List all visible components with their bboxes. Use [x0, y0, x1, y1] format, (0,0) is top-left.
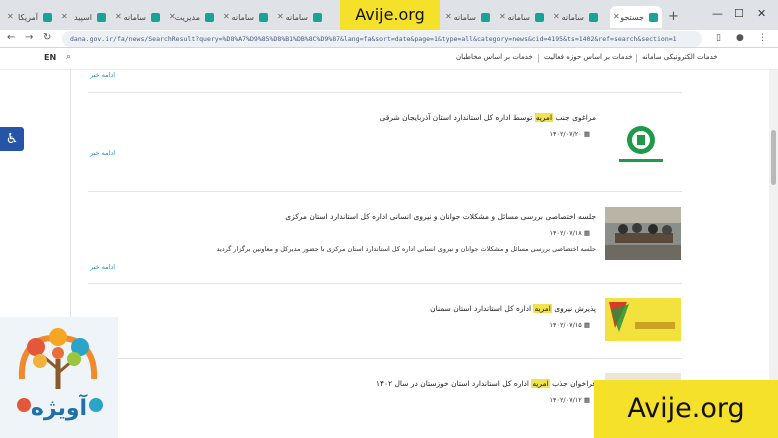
extensions-icon[interactable]: ▯: [716, 33, 721, 43]
result-divider: [88, 358, 682, 359]
browser-tab[interactable]: سامانه ✕: [550, 6, 602, 28]
close-tab-icon[interactable]: ✕: [169, 12, 176, 21]
news-title[interactable]: پذیرش نیروی امریه اداره کل استاندارد است…: [430, 304, 596, 313]
browser-tab[interactable]: اسپید ✕: [58, 6, 110, 28]
news-title[interactable]: مراغوی جنب امریه توسط اداره کل استاندارد…: [380, 113, 596, 122]
news-date: ▦ ۱۴۰۲/۰۷/۱۲: [549, 396, 590, 404]
maximize-icon[interactable]: ☐: [734, 7, 744, 20]
search-highlight: امریه: [531, 379, 550, 388]
more-link[interactable]: ادامه خبر: [90, 263, 115, 271]
result-divider: [88, 191, 682, 192]
nav-link[interactable]: خدمات بر اساس مخاطبان: [456, 53, 533, 61]
favicon-icon: [589, 12, 598, 22]
close-tab-icon[interactable]: ✕: [7, 12, 14, 21]
close-window-icon[interactable]: ✕: [757, 7, 766, 20]
reload-icon[interactable]: ↻: [43, 32, 51, 43]
favicon-icon: [481, 12, 490, 22]
browser-toolbar: ← → ↻ dana.gov.ir/fa/news/SearchResult?q…: [0, 30, 778, 48]
watermark-top: Avije.org: [340, 0, 440, 30]
favicon-icon: [151, 12, 160, 22]
news-date: ▦ ۱۴۰۲/۰۷/۱۸: [549, 229, 590, 237]
minimize-icon[interactable]: —: [712, 7, 723, 20]
news-thumbnail[interactable]: [605, 298, 681, 341]
nav-link[interactable]: خدمات الکترونیکی سامانه: [642, 53, 718, 61]
favicon-icon: [313, 12, 322, 22]
browser-tab-active[interactable]: جستجو ✕: [610, 6, 662, 28]
browser-tab[interactable]: سامانه ✕: [274, 6, 326, 28]
avije-logo: آویژه: [0, 317, 118, 438]
nav-link[interactable]: خدمات بر اساس حوزه فعالیت: [544, 53, 633, 61]
logo-text: آویژه: [31, 393, 88, 421]
browser-tab[interactable]: سامانه ✕: [496, 6, 548, 28]
news-summary: جلسه اختصاصی بررسی مسائل و مشکلات جوانان…: [216, 245, 596, 253]
browser-window: آمریکا ✕ اسپید ✕ سامانه ✕ مدیریت ✕ سامانه ✕ س…: [0, 0, 778, 438]
site-header: EN ⌕ خدمات بر اساس مخاطبان خدمات بر اساس…: [0, 48, 778, 70]
favicon-icon: [43, 12, 52, 22]
close-tab-icon[interactable]: ✕: [553, 12, 560, 21]
close-tab-icon[interactable]: ✕: [499, 12, 506, 21]
favicon-icon: [649, 12, 658, 22]
browser-tab[interactable]: سامانه ✕: [442, 6, 494, 28]
close-tab-icon[interactable]: ✕: [277, 12, 284, 21]
favicon-icon: [535, 12, 544, 22]
nav-divider: [538, 54, 539, 63]
profile-icon[interactable]: ●: [736, 33, 744, 43]
favicon-icon: [259, 12, 268, 22]
news-date: ▦ ۱۴۰۲/۰۷/۱۵: [549, 321, 590, 329]
favicon-icon: [205, 12, 214, 22]
watermark-bottom: Avije.org: [594, 380, 778, 438]
scrollbar-thumb[interactable]: [771, 130, 776, 185]
news-title[interactable]: فراخوان جذب امریه اداره کل استاندارد است…: [376, 379, 596, 388]
search-icon[interactable]: ⌕: [66, 52, 71, 62]
news-thumbnail[interactable]: [605, 207, 681, 260]
accessibility-icon[interactable]: ♿: [0, 127, 24, 151]
address-bar[interactable]: dana.gov.ir/fa/news/SearchResult?query=%…: [62, 31, 702, 47]
close-tab-icon[interactable]: ✕: [223, 12, 230, 21]
news-thumbnail[interactable]: [605, 118, 677, 170]
close-tab-icon[interactable]: ✕: [115, 12, 122, 21]
language-switch[interactable]: EN: [44, 53, 56, 62]
close-tab-icon[interactable]: ✕: [61, 12, 68, 21]
forward-icon[interactable]: →: [25, 32, 33, 43]
search-highlight: امریه: [533, 304, 552, 313]
browser-tab[interactable]: سامانه ✕: [112, 6, 164, 28]
back-icon[interactable]: ←: [7, 32, 15, 43]
new-tab-button[interactable]: +: [668, 9, 679, 24]
close-tab-icon[interactable]: ✕: [613, 12, 620, 21]
result-divider: [88, 283, 682, 284]
browser-tab[interactable]: آمریکا ✕: [4, 6, 56, 28]
menu-icon[interactable]: ⋮: [758, 33, 767, 43]
result-divider: [88, 92, 682, 93]
close-tab-icon[interactable]: ✕: [445, 12, 452, 21]
nav-divider: [636, 54, 637, 63]
favicon-icon: [97, 12, 106, 22]
news-title[interactable]: جلسه اختصاصی بررسی مسائل و مشکلات جوانان…: [285, 212, 596, 221]
more-link[interactable]: ادامه خبر: [90, 149, 115, 157]
browser-tab[interactable]: سامانه ✕: [220, 6, 272, 28]
news-date: ▦ ۱۴۰۲/۰۷/۲۰: [549, 130, 590, 138]
browser-tab[interactable]: مدیریت ✕: [166, 6, 218, 28]
search-highlight: امریه: [534, 113, 554, 122]
more-link[interactable]: ادامه خبر: [90, 71, 115, 79]
